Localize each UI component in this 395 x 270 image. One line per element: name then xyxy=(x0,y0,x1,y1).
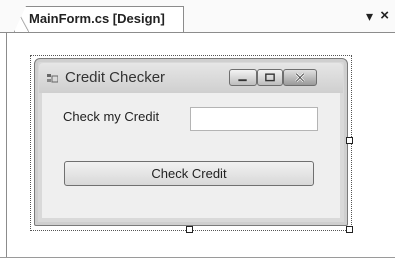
close-icon xyxy=(295,72,305,83)
form-titlebar[interactable]: Credit Checker xyxy=(39,63,343,93)
resize-handle-right[interactable] xyxy=(346,137,353,144)
window-position-icon[interactable]: ▾ xyxy=(366,8,373,25)
tab-title: MainForm.cs [Design] xyxy=(29,11,165,26)
check-credit-button[interactable]: Check Credit xyxy=(64,161,314,186)
maximize-icon xyxy=(265,73,275,82)
minimize-button[interactable] xyxy=(229,69,257,86)
tab-mainform-design[interactable]: MainForm.cs [Design] xyxy=(14,6,184,32)
resize-handle-bottom[interactable] xyxy=(186,226,193,233)
form-icon xyxy=(47,74,58,83)
credit-textbox[interactable] xyxy=(190,107,318,131)
minimize-icon xyxy=(238,79,247,82)
form-client-area: Check my Credit Check Credit xyxy=(42,93,340,218)
resize-handle-bottom-right[interactable] xyxy=(346,226,353,233)
credit-checker-form[interactable]: Credit Checker Check my Credit Check Cre… xyxy=(34,58,348,226)
document-tabstrip: MainForm.cs [Design] ▾ × xyxy=(0,0,395,33)
designer-bottom-border xyxy=(0,257,395,258)
maximize-button[interactable] xyxy=(257,69,283,86)
check-credit-label: Check my Credit xyxy=(63,109,160,124)
close-tab-icon[interactable]: × xyxy=(380,7,389,24)
close-button[interactable] xyxy=(283,69,317,86)
form-title: Credit Checker xyxy=(65,69,166,86)
